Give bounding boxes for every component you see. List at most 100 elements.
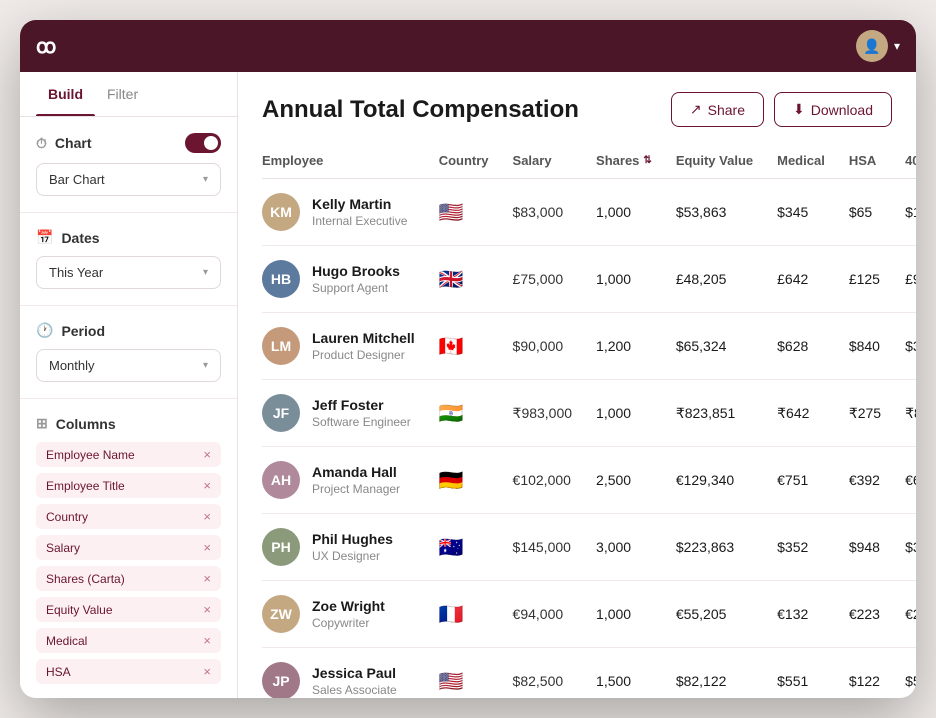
avatar: ZW [262, 595, 300, 633]
shares-cell: 3,000 [584, 514, 664, 581]
chevron-down-icon: ▾ [894, 39, 900, 53]
medical-cell: $352 [765, 514, 837, 581]
employee-title: Copywriter [312, 616, 385, 630]
app-logo: ꝏ [36, 34, 57, 59]
equity-cell: £48,205 [664, 246, 765, 313]
employee-title: Project Manager [312, 482, 400, 496]
country-cell: 🇺🇸 [427, 648, 501, 699]
equity-cell: $65,324 [664, 313, 765, 380]
salary-cell: $83,000 [501, 179, 585, 246]
table-row: HB Hugo Brooks Support Agent 🇬🇧 £75,000 … [262, 246, 916, 313]
shares-cell: 2,500 [584, 447, 664, 514]
employee-name: Amanda Hall [312, 464, 400, 480]
th-shares[interactable]: Shares ⇅ [584, 143, 664, 179]
dates-title: 📅 Dates [36, 229, 100, 246]
country-cell: 🇮🇳 [427, 380, 501, 447]
equity-cell: ₹823,851 [664, 380, 765, 447]
tab-build[interactable]: Build [36, 72, 95, 116]
sidebar: Build Filter ⏱ Chart Bar Chart ▾ [20, 72, 238, 698]
chevron-down-icon: ▾ [203, 267, 208, 278]
remove-column-icon[interactable]: × [203, 540, 211, 555]
country-flag: 🇩🇪 [439, 470, 464, 492]
table-row: LM Lauren Mitchell Product Designer 🇨🇦 $… [262, 313, 916, 380]
columns-section: ⊞ Columns Employee Name× Employee Title× C… [20, 399, 237, 698]
remove-column-icon[interactable]: × [203, 509, 211, 524]
columns-header: ⊞ Columns [36, 415, 221, 432]
salary-cell: $90,000 [501, 313, 585, 380]
dates-dropdown[interactable]: This Year ▾ [36, 256, 221, 289]
period-section: 🕐 Period Monthly ▾ [20, 306, 237, 399]
employee-title: Software Engineer [312, 415, 411, 429]
column-tag: Employee Title× [36, 473, 221, 498]
avatar[interactable]: 👤 [856, 30, 888, 62]
employee-title: Sales Associate [312, 683, 397, 697]
remove-column-icon[interactable]: × [203, 447, 211, 462]
chart-title: ⏱ Chart [36, 135, 91, 152]
medical-cell: €751 [765, 447, 837, 514]
401k-cell: £98 [893, 246, 916, 313]
dates-section: 📅 Dates This Year ▾ [20, 213, 237, 306]
titlebar: ꝏ 👤 ▾ [20, 20, 916, 72]
column-tag: Country× [36, 504, 221, 529]
clock-icon: 🕐 [36, 322, 53, 339]
employee-name: Phil Hughes [312, 531, 393, 547]
content-area: Annual Total Compensation ↗ Share ⬇ Down… [238, 72, 916, 698]
remove-column-icon[interactable]: × [203, 478, 211, 493]
employee-cell: JP Jessica Paul Sales Associate [262, 648, 427, 699]
chart-type-dropdown[interactable]: Bar Chart ▾ [36, 163, 221, 196]
employee-title: Product Designer [312, 348, 415, 362]
avatar: AH [262, 461, 300, 499]
share-icon: ↗ [690, 101, 702, 118]
shares-cell: 1,000 [584, 179, 664, 246]
employee-cell: JF Jeff Foster Software Engineer [262, 380, 427, 447]
hsa-cell: £125 [837, 246, 893, 313]
column-tag: Employee Name× [36, 442, 221, 467]
table-row: KM Kelly Martin Internal Executive 🇺🇸 $8… [262, 179, 916, 246]
share-button[interactable]: ↗ Share [671, 92, 764, 127]
hsa-cell: $122 [837, 648, 893, 699]
equity-cell: €55,205 [664, 581, 765, 648]
table-row: AH Amanda Hall Project Manager 🇩🇪 €102,0… [262, 447, 916, 514]
employee-name: Jessica Paul [312, 665, 397, 681]
download-button[interactable]: ⬇ Download [774, 92, 892, 127]
main-content: Build Filter ⏱ Chart Bar Chart ▾ [20, 72, 916, 698]
401k-cell: $388 [893, 514, 916, 581]
period-title: 🕐 Period [36, 322, 105, 339]
medical-cell: £642 [765, 246, 837, 313]
tab-filter[interactable]: Filter [95, 72, 150, 116]
401k-cell: $143 [893, 179, 916, 246]
hsa-cell: ₹275 [837, 380, 893, 447]
column-tags-list: Employee Name×Employee Title×Country×Sal… [36, 442, 221, 684]
remove-column-icon[interactable]: × [203, 602, 211, 617]
medical-cell: $628 [765, 313, 837, 380]
employee-name: Jeff Foster [312, 397, 411, 413]
th-country: Country [427, 143, 501, 179]
employee-name: Kelly Martin [312, 196, 407, 212]
hsa-cell: $948 [837, 514, 893, 581]
period-dropdown[interactable]: Monthly ▾ [36, 349, 221, 382]
employee-name: Lauren Mitchell [312, 330, 415, 346]
country-flag: 🇺🇸 [439, 202, 464, 224]
equity-cell: €129,340 [664, 447, 765, 514]
chart-toggle[interactable] [185, 133, 221, 153]
employee-name: Zoe Wright [312, 598, 385, 614]
medical-cell: ₹642 [765, 380, 837, 447]
country-flag: 🇬🇧 [439, 269, 464, 291]
country-cell: 🇫🇷 [427, 581, 501, 648]
th-salary: Salary [501, 143, 585, 179]
th-hsa: HSA [837, 143, 893, 179]
remove-column-icon[interactable]: × [203, 571, 211, 586]
equity-cell: $223,863 [664, 514, 765, 581]
medical-cell: $345 [765, 179, 837, 246]
hsa-cell: $65 [837, 179, 893, 246]
avatar: PH [262, 528, 300, 566]
table-row: PH Phil Hughes UX Designer 🇦🇺 $145,000 3… [262, 514, 916, 581]
avatar: JP [262, 662, 300, 698]
table-row: JF Jeff Foster Software Engineer 🇮🇳 ₹983… [262, 380, 916, 447]
chevron-down-icon: ▾ [203, 174, 208, 185]
chart-icon: ⏱ [36, 135, 47, 152]
hsa-cell: $840 [837, 313, 893, 380]
remove-column-icon[interactable]: × [203, 664, 211, 679]
remove-column-icon[interactable]: × [203, 633, 211, 648]
country-flag: 🇮🇳 [439, 403, 464, 425]
